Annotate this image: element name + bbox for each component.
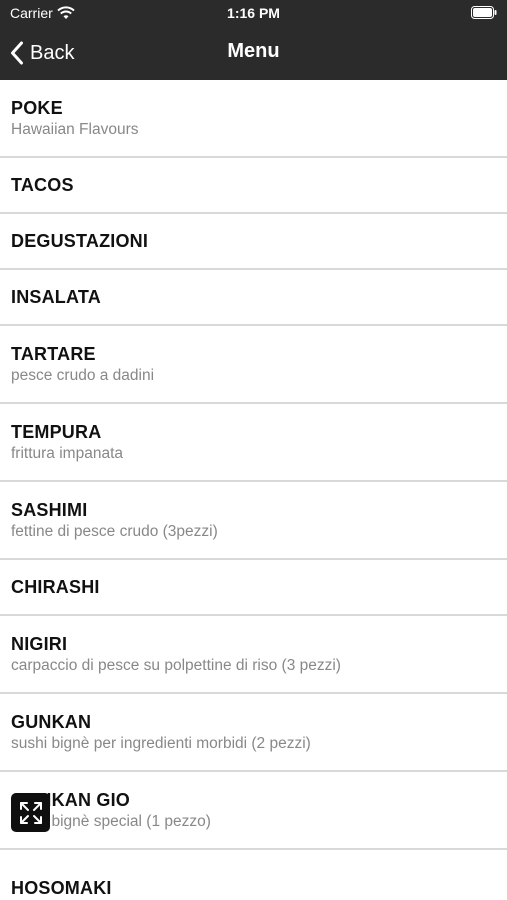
menu-item-title: GUNKAN bbox=[11, 711, 92, 732]
menu-item-title: DEGUSTAZIONI bbox=[11, 231, 149, 251]
expand-icon bbox=[19, 801, 42, 824]
menu-item-tartare[interactable]: TARTARE pesce crudo a dadini bbox=[0, 326, 507, 404]
menu-item-title: SASHIMI bbox=[11, 499, 88, 520]
menu-item-poke[interactable]: POKE Hawaiian Flavours bbox=[0, 80, 507, 158]
menu-item-degustazioni[interactable]: DEGUSTAZIONI bbox=[0, 214, 507, 270]
menu-item-subtitle: sushi bignè per ingredienti morbidi (2 p… bbox=[11, 734, 311, 752]
menu-list: POKE Hawaiian Flavours TACOS DEGUSTAZION… bbox=[0, 80, 507, 900]
menu-item-subtitle: frittura impanata bbox=[11, 444, 123, 462]
menu-item-tacos[interactable]: TACOS bbox=[0, 158, 507, 214]
status-bar: Carrier 1:16 PM bbox=[0, 0, 507, 28]
header: Carrier 1:16 PM Back Menu bbox=[0, 0, 507, 80]
menu-item-insalata[interactable]: INSALATA bbox=[0, 270, 507, 326]
menu-item-title: CHIRASHI bbox=[11, 577, 100, 597]
nav-bar: Back Menu bbox=[0, 28, 507, 80]
menu-item-title: HOSOMAKI bbox=[11, 877, 112, 898]
menu-item-gunkan-gio[interactable]: GUNKAN GIO sushi bignè special (1 pezzo) bbox=[0, 772, 507, 850]
menu-item-subtitle: fettine di pesce crudo (3pezzi) bbox=[11, 522, 218, 540]
menu-item-subtitle: carpaccio di pesce su polpettine di riso… bbox=[11, 656, 341, 674]
expand-button[interactable] bbox=[11, 793, 50, 832]
page-title: Menu bbox=[227, 40, 280, 62]
menu-item-title: POKE bbox=[11, 97, 63, 118]
menu-item-sashimi[interactable]: SASHIMI fettine di pesce crudo (3pezzi) bbox=[0, 482, 507, 560]
menu-item-title: TEMPURA bbox=[11, 421, 102, 442]
menu-item-title: TACOS bbox=[11, 175, 74, 195]
menu-item-title: TARTARE bbox=[11, 343, 96, 364]
menu-item-title: NIGIRI bbox=[11, 633, 68, 654]
menu-item-chirashi[interactable]: CHIRASHI bbox=[0, 560, 507, 616]
menu-item-nigiri[interactable]: NIGIRI carpaccio di pesce su polpettine … bbox=[0, 616, 507, 694]
menu-item-subtitle: Hawaiian Flavours bbox=[11, 120, 139, 138]
menu-item-tempura[interactable]: TEMPURA frittura impanata bbox=[0, 404, 507, 482]
menu-item-title: INSALATA bbox=[11, 287, 101, 307]
status-time: 1:16 PM bbox=[227, 5, 280, 21]
screen: Carrier 1:16 PM Back Menu POKE Hawaiian … bbox=[0, 0, 507, 900]
battery-icon bbox=[471, 6, 497, 19]
menu-item-title: GUNKAN GIO bbox=[11, 789, 130, 810]
menu-item-gunkan[interactable]: GUNKAN sushi bignè per ingredienti morbi… bbox=[0, 694, 507, 772]
menu-item-hosomaki[interactable]: HOSOMAKI bbox=[0, 850, 507, 900]
menu-item-subtitle: sushi bignè special (1 pezzo) bbox=[11, 812, 211, 830]
menu-item-subtitle: pesce crudo a dadini bbox=[11, 366, 155, 384]
